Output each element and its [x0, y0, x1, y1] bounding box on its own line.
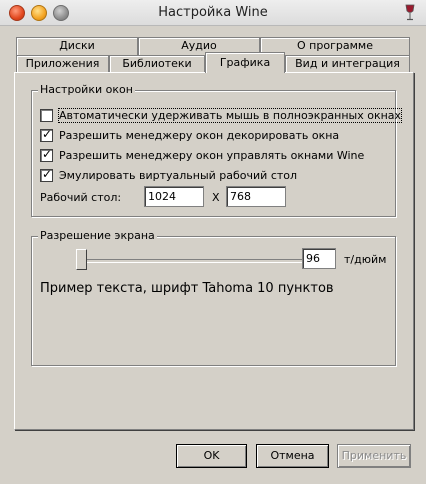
checkbox[interactable]: ✓: [40, 146, 53, 162]
window-settings-group: Настройки окон Автоматически удерживать …: [31, 83, 403, 217]
option-wm-control[interactable]: ✓ Разрешить менеджеру окон управлять окн…: [40, 147, 364, 163]
wine-glass-icon: [405, 4, 415, 21]
desktop-width-input[interactable]: 1024: [144, 186, 204, 207]
check-mark-icon: ✓: [42, 146, 53, 161]
option-label: Автоматически удерживать мышь в полноэкр…: [57, 107, 403, 123]
title-bar: Настройка Wine: [0, 0, 426, 26]
tab-desktop-integration[interactable]: Вид и интеграция: [285, 55, 410, 73]
desktop-size-label: Рабочий стол:: [40, 191, 122, 204]
check-mark-icon: ✓: [42, 166, 53, 181]
dpi-unit-label: т/дюйм: [344, 253, 387, 266]
option-label: Эмулировать виртуальный рабочий стол: [59, 168, 298, 182]
dpi-slider-track[interactable]: [80, 259, 318, 263]
window-settings-title: Настройки окон: [38, 83, 135, 97]
desktop-height-input[interactable]: 768: [226, 186, 286, 207]
check-mark-icon: ✓: [42, 126, 53, 141]
screen-resolution-title: Разрешение экрана: [38, 229, 157, 243]
dpi-input[interactable]: 96: [302, 248, 336, 269]
window-title: Настройка Wine: [158, 5, 268, 20]
option-virtual-desktop[interactable]: ✓ Эмулировать виртуальный рабочий стол: [40, 167, 297, 183]
checkbox[interactable]: ✓: [40, 126, 53, 142]
tab-applications[interactable]: Приложения: [16, 55, 109, 73]
tab-graphics[interactable]: Графика: [205, 52, 285, 73]
cancel-button[interactable]: Отмена: [256, 444, 329, 468]
checkbox[interactable]: [40, 108, 53, 122]
apply-button[interactable]: Применить: [337, 444, 411, 468]
dpi-slider-handle[interactable]: [76, 249, 87, 270]
font-sample-text: Пример текста, шрифт Tahoma 10 пунктов: [40, 281, 334, 296]
tab-drives[interactable]: Диски: [16, 37, 138, 55]
option-label: Разрешить менеджеру окон управлять окнам…: [59, 148, 365, 162]
option-capture-mouse[interactable]: Автоматически удерживать мышь в полноэкр…: [40, 107, 403, 123]
checkbox[interactable]: ✓: [40, 166, 53, 182]
size-separator: X: [212, 191, 220, 204]
graphics-tab-panel: Настройки окон Автоматически удерживать …: [14, 72, 414, 430]
ok-button[interactable]: OK: [176, 444, 247, 468]
tab-libraries[interactable]: Библиотеки: [109, 55, 205, 73]
option-wm-decorate[interactable]: ✓ Разрешить менеджеру окон декорировать …: [40, 127, 339, 143]
screen-resolution-group: Разрешение экрана 96 т/дюйм Пример текст…: [31, 229, 396, 366]
option-label: Разрешить менеджеру окон декорировать ок…: [59, 128, 340, 142]
